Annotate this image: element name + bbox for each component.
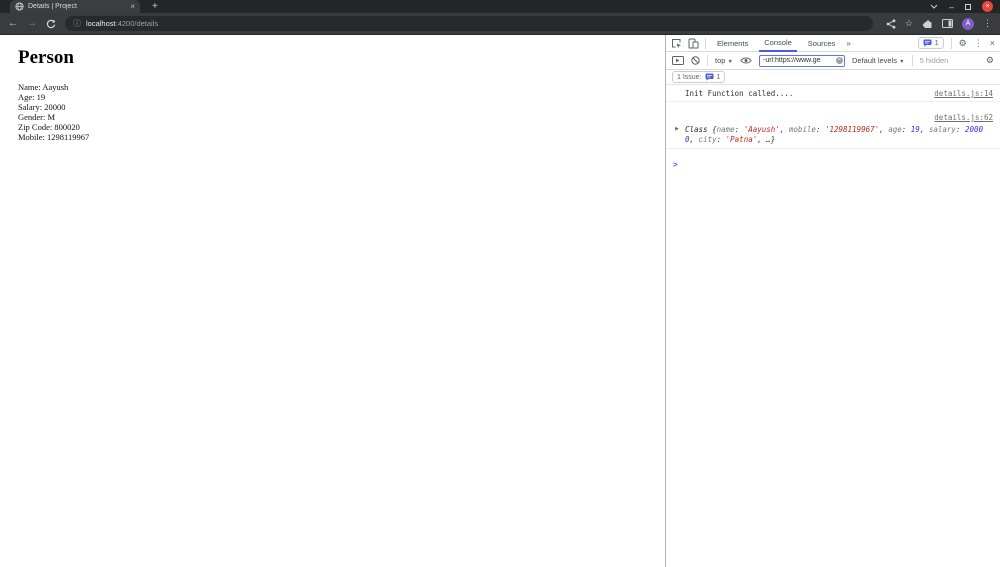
new-tab-button[interactable]: + bbox=[152, 1, 158, 12]
share-icon[interactable] bbox=[886, 18, 896, 29]
log-levels-dropdown[interactable]: Default levels ▼ bbox=[852, 56, 905, 65]
browser-tab[interactable]: Details | Project × bbox=[10, 0, 140, 13]
back-icon[interactable]: ← bbox=[8, 18, 18, 29]
console-filter: × bbox=[758, 54, 845, 67]
clear-console-icon[interactable] bbox=[691, 56, 700, 65]
devtools-settings-gear-icon[interactable]: ⚙ bbox=[959, 38, 967, 48]
page-content: Person Name: Aayush Age: 19 Salary: 2000… bbox=[0, 35, 664, 567]
address-bar[interactable]: ⓘ localhost:4200/details bbox=[65, 16, 873, 31]
hidden-messages-count: 5 hidden bbox=[919, 56, 949, 65]
console-settings-gear-icon[interactable]: ⚙ bbox=[986, 56, 994, 65]
page-title: Person bbox=[18, 47, 74, 68]
source-link[interactable]: details.js:14 bbox=[934, 89, 993, 98]
console-toolbar: top ▼ × Default levels ▼ 5 hidden ⚙ bbox=[666, 52, 1000, 70]
tab-console[interactable]: Console bbox=[759, 35, 797, 52]
tab-elements[interactable]: Elements bbox=[712, 35, 753, 52]
divider bbox=[707, 55, 708, 66]
toolbar-actions: ☆ A ⋮ bbox=[886, 17, 992, 30]
window-menu-chevron-icon[interactable] bbox=[930, 4, 938, 9]
chat-bubble-icon bbox=[705, 73, 714, 81]
divider bbox=[705, 37, 706, 49]
person-field-salary: Salary: 20000 bbox=[18, 102, 66, 112]
tab-sources[interactable]: Sources bbox=[803, 35, 841, 52]
window-controls: – × bbox=[930, 1, 993, 12]
window-maximize-icon[interactable] bbox=[965, 3, 971, 10]
issues-badge[interactable]: 1 bbox=[917, 37, 944, 49]
issue-label: 1 Issue: bbox=[677, 73, 702, 81]
chevron-down-icon: ▼ bbox=[899, 59, 905, 65]
devtools-tabbar-right: 1 ⚙ ⋮ × bbox=[917, 37, 995, 49]
issues-badge-count: 1 bbox=[934, 39, 939, 47]
devtools-panel: Elements Console Sources » 1 ⚙ ⋮ × top ▼… bbox=[665, 35, 1000, 567]
issues-bar: 1 Issue: 1 bbox=[666, 70, 1000, 85]
expand-triangle-icon[interactable]: ▶ bbox=[675, 126, 679, 132]
navigation-bar: ← → ⓘ localhost:4200/details ☆ A ⋮ bbox=[0, 13, 1000, 35]
bookmark-star-icon[interactable]: ☆ bbox=[905, 19, 913, 28]
devtools-tab-bar: Elements Console Sources » 1 ⚙ ⋮ × bbox=[666, 35, 1000, 52]
more-tabs-icon[interactable]: » bbox=[846, 39, 850, 48]
profile-avatar[interactable]: A bbox=[962, 17, 974, 30]
extensions-puzzle-icon[interactable] bbox=[922, 18, 933, 29]
issue-counter-pill[interactable]: 1 Issue: 1 bbox=[672, 71, 726, 83]
inspect-element-icon[interactable] bbox=[671, 38, 682, 49]
divider bbox=[950, 37, 952, 49]
window-minimize-icon[interactable]: – bbox=[949, 2, 954, 11]
favicon-globe-icon bbox=[15, 2, 24, 11]
person-field-zipcode: Zip Code: 800020 bbox=[18, 122, 80, 132]
context-selector[interactable]: top ▼ bbox=[715, 56, 733, 65]
site-info-icon[interactable]: ⓘ bbox=[73, 19, 81, 28]
divider bbox=[911, 55, 913, 66]
chat-bubble-icon bbox=[923, 39, 932, 47]
url-host: localhost bbox=[86, 19, 116, 28]
browser-window: Details | Project × + – × ← → ⓘ localhos… bbox=[0, 0, 1000, 567]
console-output: Init Function called.... details.js:14 d… bbox=[666, 85, 1000, 567]
url-path: :4200/details bbox=[115, 19, 159, 28]
forward-icon[interactable]: → bbox=[27, 18, 37, 29]
issue-count: 1 bbox=[716, 73, 721, 81]
source-link[interactable]: details.js:62 bbox=[934, 113, 993, 122]
prompt-chevron-icon: > bbox=[673, 160, 678, 169]
reload-icon[interactable] bbox=[46, 19, 56, 29]
chevron-down-icon: ▼ bbox=[727, 59, 733, 65]
url-text: localhost:4200/details bbox=[86, 19, 158, 28]
browser-menu-kebab-icon[interactable]: ⋮ bbox=[983, 19, 992, 28]
title-bar: Details | Project × + – × bbox=[0, 0, 1000, 13]
devtools-menu-kebab-icon[interactable]: ⋮ bbox=[974, 38, 983, 48]
console-message-init: Init Function called.... details.js:14 bbox=[666, 85, 1000, 102]
console-message-text: Init Function called.... bbox=[685, 89, 794, 98]
side-panel-icon[interactable] bbox=[942, 19, 953, 28]
live-expression-eye-icon[interactable] bbox=[740, 56, 752, 65]
tab-close-icon[interactable]: × bbox=[130, 2, 135, 11]
person-field-name: Name: Aayush bbox=[18, 82, 69, 92]
console-object-preview[interactable]: Class {name: 'Aayush', mobile: '12981199… bbox=[685, 125, 984, 145]
filter-input[interactable] bbox=[758, 54, 845, 67]
person-field-mobile: Mobile: 1298119967 bbox=[18, 132, 90, 142]
person-field-gender: Gender: M bbox=[18, 112, 56, 122]
tab-title: Details | Project bbox=[28, 3, 77, 10]
device-toolbar-icon[interactable] bbox=[688, 38, 699, 49]
console-message-object: details.js:62 ▶ Class {name: 'Aayush', m… bbox=[666, 102, 1000, 149]
console-sidebar-toggle-icon[interactable] bbox=[672, 56, 684, 65]
filter-clear-icon[interactable]: × bbox=[835, 57, 843, 64]
window-close-icon[interactable]: × bbox=[982, 1, 993, 12]
console-prompt[interactable]: > bbox=[666, 149, 1000, 174]
person-field-age: Age: 19 bbox=[18, 92, 46, 102]
devtools-close-icon[interactable]: × bbox=[990, 38, 995, 48]
